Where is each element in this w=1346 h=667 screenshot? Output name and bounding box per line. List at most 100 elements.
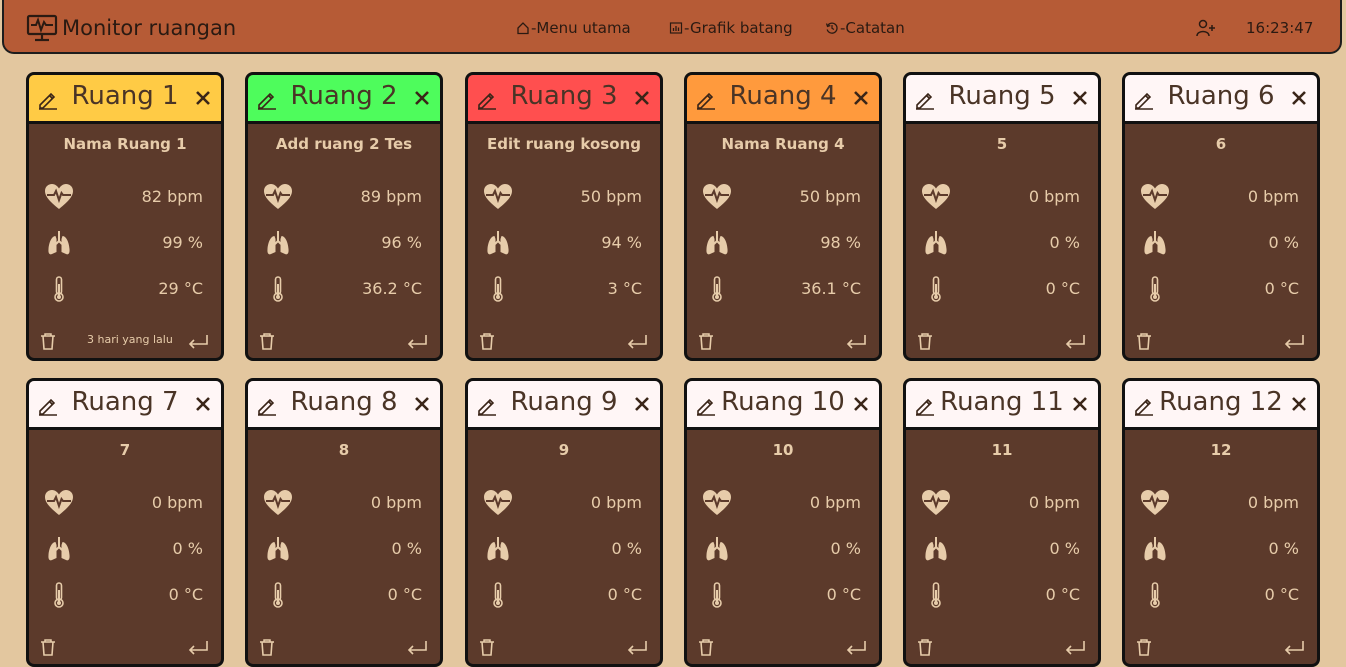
heart-rate-icon (1141, 490, 1169, 515)
last-updated: 3 hari yang lalu (87, 333, 173, 346)
lungs-icon (267, 537, 289, 561)
heart-rate-icon (45, 184, 73, 209)
return-icon[interactable] (1283, 332, 1305, 350)
trash-icon[interactable] (258, 638, 276, 656)
close-icon[interactable] (193, 88, 213, 108)
room-card-header: Ruang 10 (687, 381, 879, 430)
oxygen-value: 0 % (1268, 539, 1299, 558)
temperature-row: 29 °C (29, 273, 221, 305)
nav-catatan-label: -Catatan (840, 19, 905, 37)
room-card-3: Ruang 3 Edit ruang kosong 50 bpm 94 % 3 … (465, 72, 663, 361)
room-card-header: Ruang 11 (906, 381, 1098, 430)
lungs-icon (1144, 231, 1166, 255)
close-icon[interactable] (1289, 88, 1309, 108)
temperature-row: 0 °C (29, 579, 221, 611)
lungs-icon (487, 537, 509, 561)
trash-icon[interactable] (697, 332, 715, 350)
heart-rate-row: 0 bpm (687, 487, 879, 519)
temperature-value: 36.2 °C (362, 279, 422, 298)
thermometer-icon (931, 276, 941, 302)
return-icon[interactable] (845, 638, 867, 656)
close-icon[interactable] (412, 88, 432, 108)
heart-rate-value: 0 bpm (590, 493, 642, 512)
top-navbar: Monitor ruangan -Menu utama -Grafik bata… (2, 0, 1342, 54)
oxygen-value: 99 % (162, 233, 203, 252)
brand[interactable]: Monitor ruangan (26, 14, 236, 42)
oxygen-row: 0 % (29, 533, 221, 565)
oxygen-value: 0 % (1049, 233, 1080, 252)
temperature-value: 0 °C (1045, 279, 1080, 298)
room-card-header: Ruang 6 (1125, 75, 1317, 124)
heart-rate-value: 0 bpm (151, 493, 203, 512)
add-user-button[interactable] (1196, 19, 1216, 41)
room-card-10: Ruang 10 10 0 bpm 0 % 0 °C (684, 378, 882, 667)
return-icon[interactable] (406, 332, 428, 350)
room-name: Edit ruang kosong (487, 135, 641, 153)
nav-catatan[interactable]: -Catatan (825, 19, 905, 37)
heart-rate-row: 50 bpm (468, 181, 660, 213)
close-icon[interactable] (851, 394, 871, 414)
heart-rate-icon (703, 184, 731, 209)
return-icon[interactable] (406, 638, 428, 656)
room-card-header: Ruang 1 (29, 75, 221, 124)
heart-rate-icon (264, 490, 292, 515)
return-icon[interactable] (1064, 332, 1086, 350)
close-icon[interactable] (1070, 394, 1090, 414)
lungs-icon (706, 231, 728, 255)
heart-rate-row: 89 bpm (248, 181, 440, 213)
trash-icon[interactable] (1135, 332, 1153, 350)
heart-rate-row: 0 bpm (29, 487, 221, 519)
close-icon[interactable] (193, 394, 213, 414)
return-icon[interactable] (187, 332, 209, 350)
heart-rate-icon (922, 490, 950, 515)
trash-icon[interactable] (916, 332, 934, 350)
heart-rate-row: 0 bpm (248, 487, 440, 519)
close-icon[interactable] (412, 394, 432, 414)
trash-icon[interactable] (478, 638, 496, 656)
return-icon[interactable] (187, 638, 209, 656)
oxygen-row: 0 % (906, 227, 1098, 259)
temperature-row: 0 °C (1125, 273, 1317, 305)
room-card-9: Ruang 9 9 0 bpm 0 % 0 °C (465, 378, 663, 667)
return-icon[interactable] (1064, 638, 1086, 656)
close-icon[interactable] (632, 88, 652, 108)
thermometer-icon (54, 582, 64, 608)
close-icon[interactable] (632, 394, 652, 414)
nav-grafik-batang[interactable]: -Grafik batang (669, 19, 793, 37)
heart-rate-value: 0 bpm (1028, 187, 1080, 206)
trash-icon[interactable] (697, 638, 715, 656)
temperature-value: 3 °C (607, 279, 642, 298)
return-icon[interactable] (1283, 638, 1305, 656)
trash-icon[interactable] (478, 332, 496, 350)
return-icon[interactable] (626, 638, 648, 656)
nav-grafik-batang-label: -Grafik batang (684, 19, 793, 37)
oxygen-value: 98 % (820, 233, 861, 252)
thermometer-icon (1150, 582, 1160, 608)
room-name: 9 (558, 441, 570, 459)
home-icon (517, 22, 529, 35)
heart-rate-value: 0 bpm (809, 493, 861, 512)
trash-icon[interactable] (39, 332, 57, 350)
lungs-icon (487, 231, 509, 255)
close-icon[interactable] (1070, 88, 1090, 108)
oxygen-value: 0 % (611, 539, 642, 558)
return-icon[interactable] (626, 332, 648, 350)
return-icon[interactable] (845, 332, 867, 350)
heart-rate-icon (484, 490, 512, 515)
trash-icon[interactable] (39, 638, 57, 656)
close-icon[interactable] (851, 88, 871, 108)
oxygen-value: 0 % (391, 539, 422, 558)
nav-menu-utama[interactable]: -Menu utama (516, 19, 631, 37)
trash-icon[interactable] (1135, 638, 1153, 656)
close-icon[interactable] (1289, 394, 1309, 414)
room-card-header: Ruang 9 (468, 381, 660, 430)
heart-rate-value: 50 bpm (799, 187, 861, 206)
heart-rate-value: 89 bpm (360, 187, 422, 206)
heart-rate-icon (1141, 184, 1169, 209)
room-name: 8 (338, 441, 350, 459)
monitor-heartbeat-icon (26, 14, 58, 42)
trash-icon[interactable] (916, 638, 934, 656)
temperature-value: 0 °C (607, 585, 642, 604)
trash-icon[interactable] (258, 332, 276, 350)
room-card-5: Ruang 5 5 0 bpm 0 % 0 °C (903, 72, 1101, 361)
